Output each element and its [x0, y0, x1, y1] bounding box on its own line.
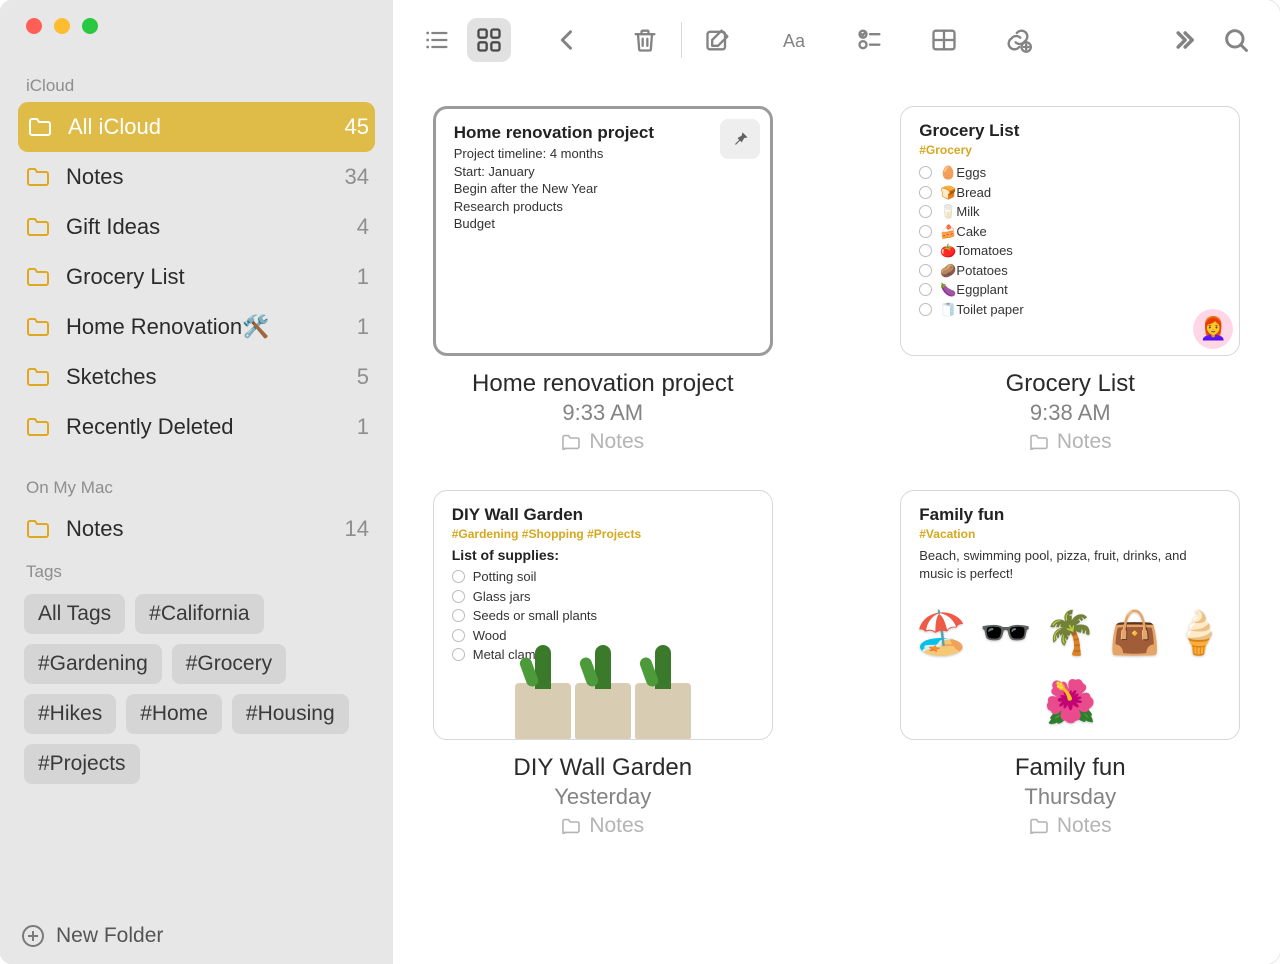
folder-count: 5: [357, 364, 369, 390]
sidebar-folder[interactable]: Grocery List1: [0, 252, 393, 302]
note-caption-time: Thursday: [1015, 784, 1126, 810]
note-subheading: List of supplies:: [452, 547, 754, 563]
more-button[interactable]: [1162, 18, 1206, 62]
sidebar-folder[interactable]: Notes14: [0, 504, 393, 554]
section-header: iCloud: [0, 68, 393, 102]
note-title: Grocery List: [919, 121, 1221, 141]
tag-pill[interactable]: All Tags: [24, 594, 125, 634]
shared-avatar: 👩‍🦰: [1193, 309, 1233, 349]
note-caption-time: 9:38 AM: [1006, 400, 1135, 426]
note-image: [434, 649, 772, 739]
list-view-button[interactable]: [415, 18, 459, 62]
sidebar-folder[interactable]: All iCloud45: [18, 102, 375, 152]
note-tags: #Vacation: [919, 527, 1221, 541]
note-card[interactable]: Home renovation projectProject timeline:…: [433, 106, 773, 356]
tags-header: Tags: [0, 554, 393, 588]
folder-name: Recently Deleted: [66, 414, 357, 440]
folder-count: 14: [345, 516, 369, 542]
format-button[interactable]: Aa: [774, 18, 818, 62]
note-caption-folder: Notes: [472, 430, 733, 454]
folder-name: Gift Ideas: [66, 214, 357, 240]
sidebar-folder[interactable]: Gift Ideas4: [0, 202, 393, 252]
note-card[interactable]: DIY Wall Garden #Gardening #Shopping #Pro…: [433, 490, 773, 740]
folder-name: Sketches: [66, 364, 357, 390]
folder-name: Grocery List: [66, 264, 357, 290]
note-title: Home renovation project: [454, 123, 752, 143]
new-folder-button[interactable]: New Folder: [0, 912, 393, 964]
note-tags: #Grocery: [919, 143, 1221, 157]
back-button[interactable]: [545, 18, 589, 62]
note-caption-title: Family fun: [1015, 754, 1126, 782]
window-zoom[interactable]: [82, 18, 98, 34]
sidebar-folder[interactable]: Recently Deleted1: [0, 402, 393, 452]
note-checklist: 🥚Eggs🍞Bread🥛Milk🍰Cake🍅Tomatoes🥔Potatoes🍆…: [919, 163, 1221, 319]
tag-pill[interactable]: #Projects: [24, 744, 140, 784]
note-body: Project timeline: 4 monthsStart: January…: [454, 145, 752, 233]
note-caption-folder: Notes: [1006, 430, 1135, 454]
folder-count: 1: [357, 414, 369, 440]
new-note-button[interactable]: [696, 18, 740, 62]
note-caption-title: DIY Wall Garden: [513, 754, 692, 782]
folder-name: Notes: [66, 164, 345, 190]
section-header: On My Mac: [0, 470, 393, 504]
folder-count: 1: [357, 264, 369, 290]
gallery-view-button[interactable]: [467, 18, 511, 62]
note-caption-title: Grocery List: [1006, 370, 1135, 398]
tag-pill[interactable]: #Housing: [232, 694, 349, 734]
tag-pill[interactable]: #California: [135, 594, 263, 634]
sidebar-folder[interactable]: Sketches5: [0, 352, 393, 402]
note-caption-folder: Notes: [1015, 814, 1126, 838]
new-folder-label: New Folder: [56, 924, 163, 948]
tag-pill[interactable]: #Gardening: [24, 644, 162, 684]
checklist-button[interactable]: [848, 18, 892, 62]
folder-count: 4: [357, 214, 369, 240]
note-caption-title: Home renovation project: [472, 370, 733, 398]
note-stickers: 🏖️🕶️🌴👜🍦🌺: [913, 603, 1227, 733]
link-button[interactable]: [996, 18, 1040, 62]
window-minimize[interactable]: [54, 18, 70, 34]
window-close[interactable]: [26, 18, 42, 34]
svg-text:Aa: Aa: [783, 31, 806, 51]
tag-pill[interactable]: #Hikes: [24, 694, 116, 734]
sidebar-folder[interactable]: Home Renovation🛠️1: [0, 302, 393, 352]
note-card[interactable]: Grocery List #Grocery 🥚Eggs🍞Bread🥛Milk🍰Cak…: [900, 106, 1240, 356]
tag-pill[interactable]: #Grocery: [172, 644, 286, 684]
folder-count: 45: [345, 114, 369, 140]
toolbar-separator: [681, 22, 682, 58]
table-button[interactable]: [922, 18, 966, 62]
folder-count: 34: [345, 164, 369, 190]
sidebar-folder[interactable]: Notes34: [0, 152, 393, 202]
note-card[interactable]: Family fun #Vacation Beach, swimming pool,…: [900, 490, 1240, 740]
search-button[interactable]: [1214, 18, 1258, 62]
note-title: Family fun: [919, 505, 1221, 525]
note-caption-folder: Notes: [513, 814, 692, 838]
note-tags: #Gardening #Shopping #Projects: [452, 527, 754, 541]
folder-count: 1: [357, 314, 369, 340]
note-title: DIY Wall Garden: [452, 505, 754, 525]
folder-name: Notes: [66, 516, 345, 542]
folder-name: All iCloud: [68, 114, 345, 140]
folder-name: Home Renovation🛠️: [66, 314, 357, 340]
note-caption-time: 9:33 AM: [472, 400, 733, 426]
delete-button[interactable]: [623, 18, 667, 62]
note-caption-time: Yesterday: [513, 784, 692, 810]
pin-icon: [720, 119, 760, 159]
plus-circle-icon: [22, 925, 44, 947]
note-body: Beach, swimming pool, pizza, fruit, drin…: [919, 547, 1221, 582]
tag-pill[interactable]: #Home: [126, 694, 222, 734]
